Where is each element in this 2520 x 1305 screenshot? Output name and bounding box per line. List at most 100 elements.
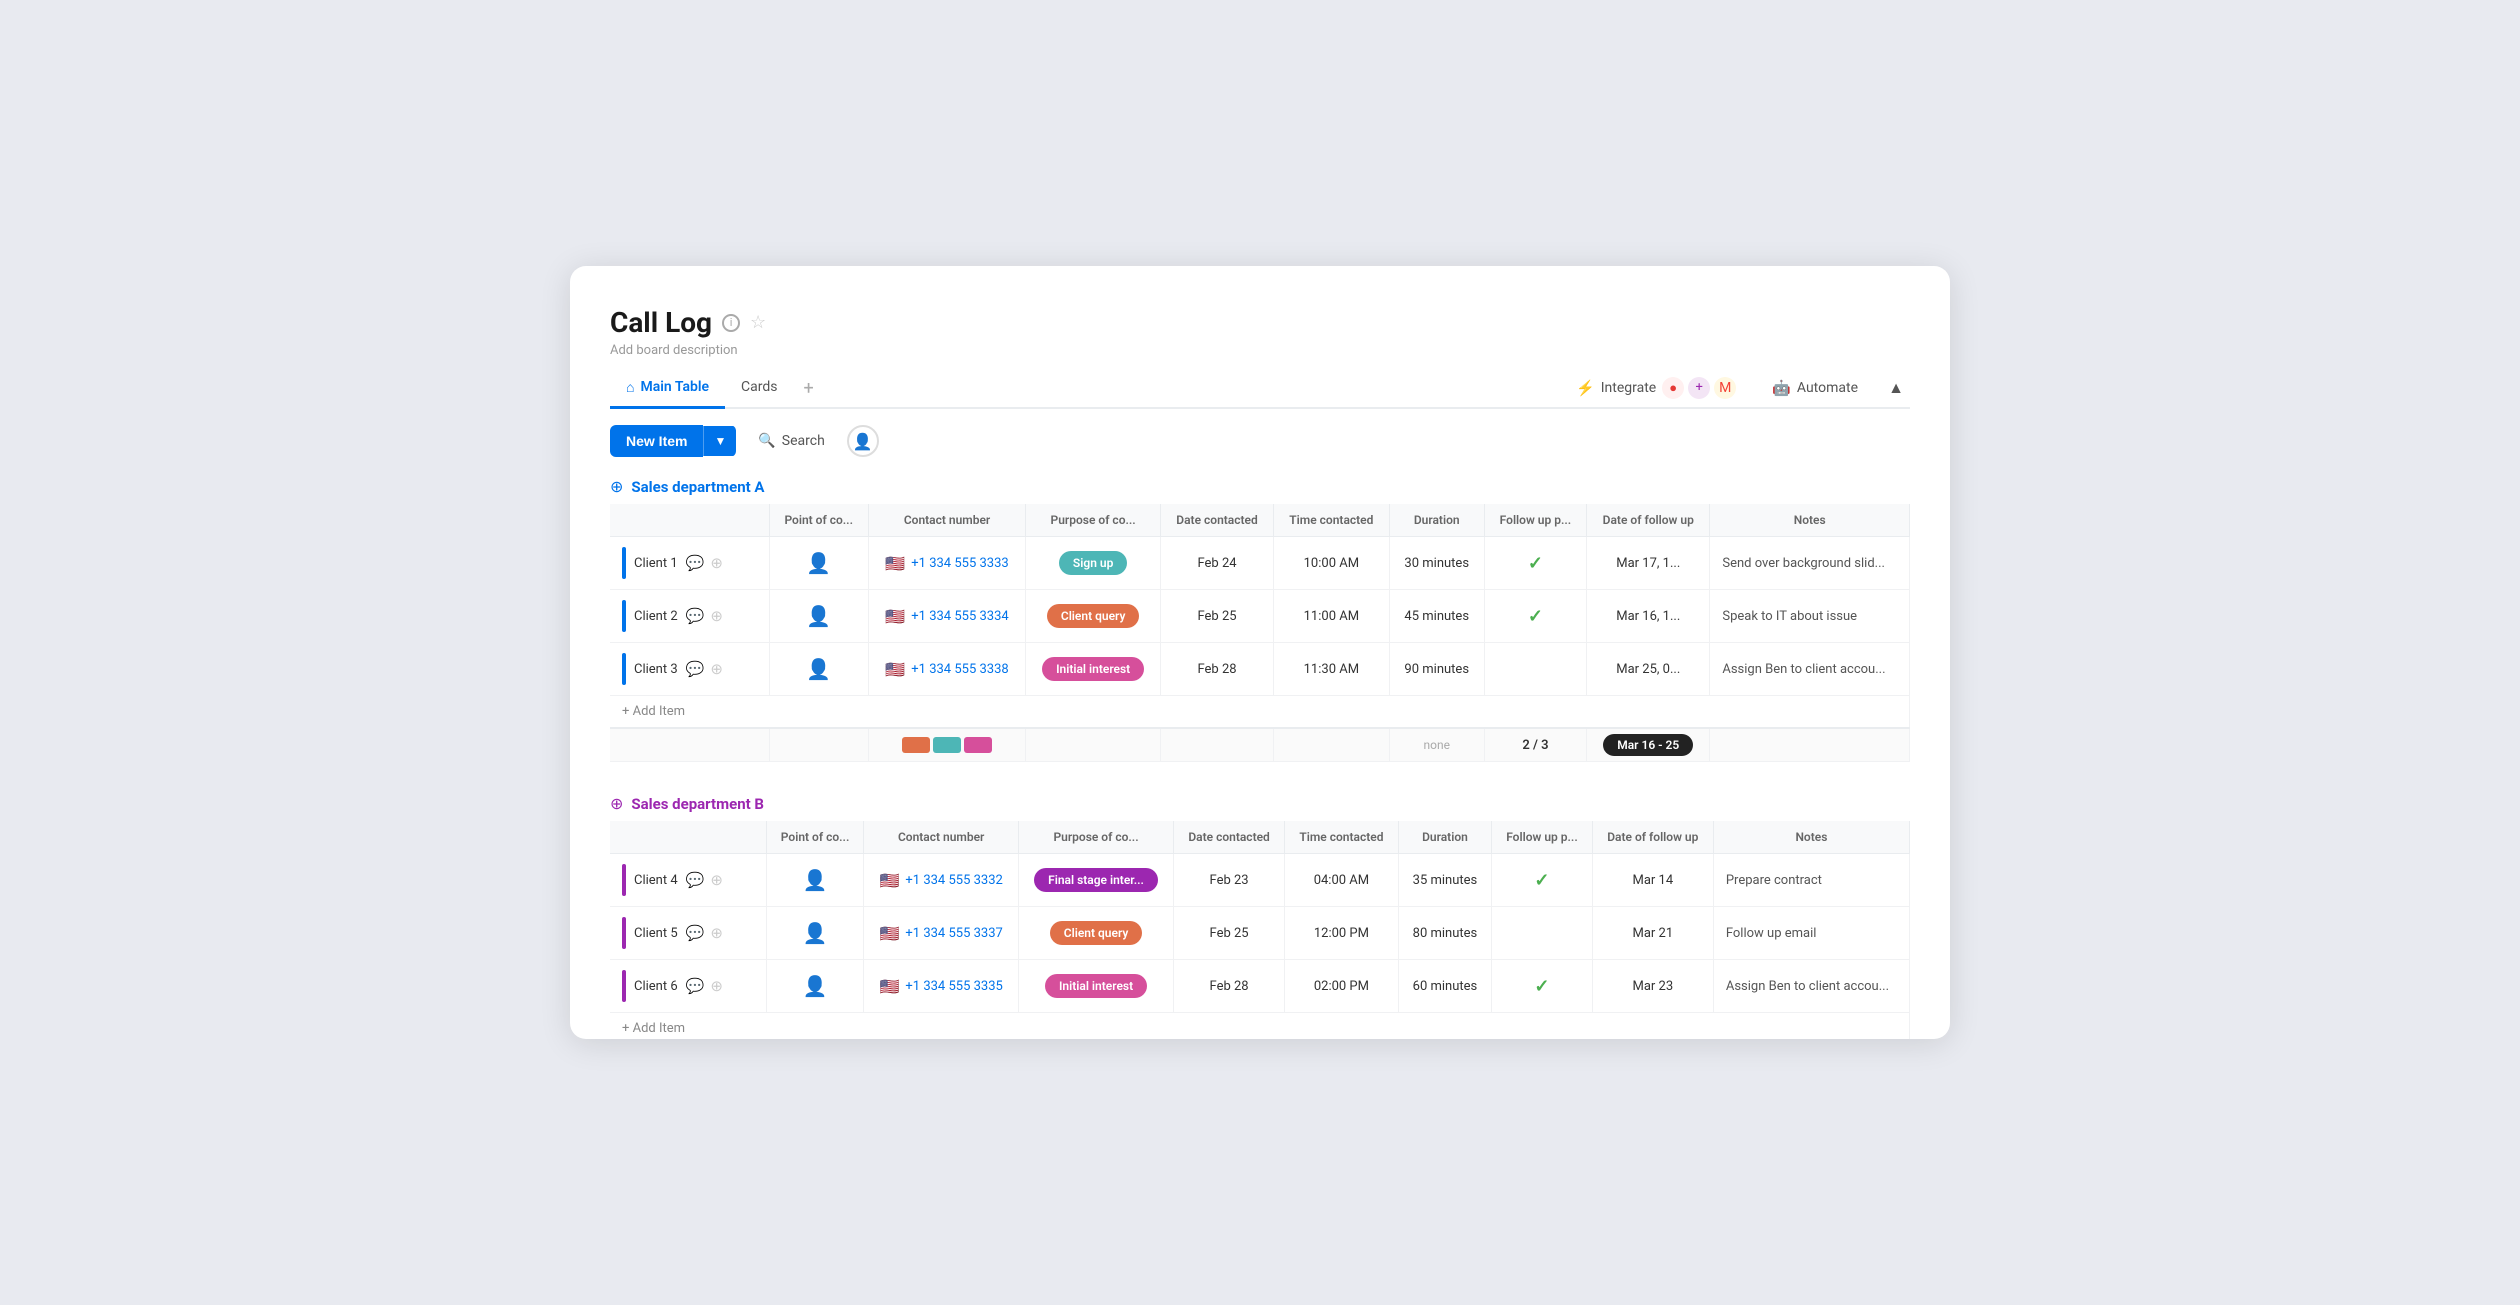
phone-number[interactable]: +1 334 555 3334 (911, 609, 1008, 624)
person-avatar[interactable]: 👤 (806, 551, 831, 575)
cell-time: 04:00 AM (1285, 854, 1399, 907)
table-row: Client 5 💬 ⊕ 👤 🇺🇸 +1 334 555 3337 Client… (610, 907, 1910, 960)
cell-point: 👤 (766, 960, 864, 1013)
star-icon[interactable]: ☆ (750, 312, 766, 333)
col-time: Time contacted (1273, 504, 1389, 537)
integration-icons: ● + M (1662, 377, 1736, 399)
new-item-main-button[interactable]: New Item (610, 425, 703, 457)
phone-number[interactable]: +1 334 555 3333 (911, 556, 1008, 571)
cell-name: Client 6 💬 ⊕ (610, 960, 766, 1013)
integrate-icon: ⚡ (1576, 379, 1595, 397)
new-item-button[interactable]: New Item ▼ (610, 425, 736, 457)
tabs-row: ⌂ Main Table Cards + ⚡ Integrate ● + M 🤖… (610, 368, 1910, 409)
cell-followup: ✓ (1484, 537, 1586, 590)
integration-icon-1: ● (1662, 377, 1684, 399)
cell-time: 11:30 AM (1273, 643, 1389, 696)
board-description[interactable]: Add board description (610, 343, 1910, 358)
cell-notes: Assign Ben to client accou... (1713, 960, 1909, 1013)
add-person-icon[interactable]: ⊕ (710, 660, 723, 678)
person-filter-button[interactable]: 👤 (847, 425, 879, 457)
group-b-table-wrapper: Point of co... Contact number Purpose of… (610, 821, 1910, 1039)
purpose-badge[interactable]: Sign up (1059, 551, 1127, 575)
cell-time: 12:00 PM (1285, 907, 1399, 960)
comment-icon[interactable]: 💬 (686, 977, 705, 995)
add-person-icon[interactable]: ⊕ (710, 871, 723, 889)
person-avatar[interactable]: 👤 (806, 604, 831, 628)
col-contact: Contact number (868, 504, 1025, 537)
tabs-left: ⌂ Main Table Cards + (610, 368, 824, 407)
collapse-button[interactable]: ▲ (1882, 374, 1910, 402)
cell-point: 👤 (766, 907, 864, 960)
automate-label: Automate (1797, 380, 1858, 396)
summary-empty2 (769, 728, 868, 762)
person-avatar[interactable]: 👤 (803, 974, 828, 998)
purpose-badge[interactable]: Client query (1050, 921, 1143, 945)
cell-point: 👤 (769, 643, 868, 696)
add-item-row[interactable]: + Add Item (610, 1013, 1910, 1040)
phone-number[interactable]: +1 334 555 3335 (905, 979, 1002, 994)
add-person-icon[interactable]: ⊕ (710, 607, 723, 625)
purpose-badge[interactable]: Initial interest (1042, 657, 1144, 681)
cell-duration: 35 minutes (1398, 854, 1491, 907)
comment-icon[interactable]: 💬 (686, 554, 705, 572)
cell-purpose: Initial interest (1026, 643, 1161, 696)
person-avatar[interactable]: 👤 (803, 921, 828, 945)
purpose-badge[interactable]: Client query (1047, 604, 1140, 628)
comment-icon[interactable]: 💬 (686, 607, 705, 625)
purpose-badge[interactable]: Final stage inter... (1034, 868, 1158, 892)
group-a-title[interactable]: Sales department A (631, 478, 764, 496)
summary-empty (610, 728, 769, 762)
cell-duration: 90 minutes (1389, 643, 1484, 696)
comment-icon[interactable]: 💬 (686, 660, 705, 678)
cell-purpose: Initial interest (1018, 960, 1173, 1013)
add-item-cell[interactable]: + Add Item (610, 1013, 1910, 1040)
tab-main-table[interactable]: ⌂ Main Table (610, 369, 725, 409)
purpose-badge[interactable]: Initial interest (1045, 974, 1147, 998)
comment-icon[interactable]: 💬 (686, 871, 705, 889)
cell-followup: ✓ (1492, 960, 1593, 1013)
cell-followup: ✓ (1492, 854, 1593, 907)
home-icon: ⌂ (626, 379, 634, 396)
automate-button[interactable]: 🤖 Automate (1760, 373, 1870, 403)
col-duration: Duration (1389, 504, 1484, 537)
phone-number[interactable]: +1 334 555 3338 (911, 662, 1008, 677)
cell-notes: Prepare contract (1713, 854, 1909, 907)
phone-number[interactable]: +1 334 555 3332 (905, 873, 1002, 888)
summary-date-range: Mar 16 - 25 (1587, 728, 1710, 762)
new-item-dropdown-button[interactable]: ▼ (703, 426, 736, 456)
group-b-title[interactable]: Sales department B (631, 795, 764, 813)
info-icon[interactable]: i (722, 314, 740, 332)
cell-duration: 80 minutes (1398, 907, 1491, 960)
add-item-cell[interactable]: + Add Item (610, 696, 1910, 729)
add-person-icon[interactable]: ⊕ (710, 554, 723, 572)
cell-notes: Speak to IT about issue (1710, 590, 1910, 643)
cell-duration: 45 minutes (1389, 590, 1484, 643)
add-person-icon[interactable]: ⊕ (710, 924, 723, 942)
comment-icon[interactable]: 💬 (686, 924, 705, 942)
cell-phone: 🇺🇸 +1 334 555 3337 (864, 907, 1019, 960)
person-avatar[interactable]: 👤 (806, 657, 831, 681)
cell-followup-date: Mar 16, 1... (1587, 590, 1710, 643)
check-icon: ✓ (1534, 976, 1549, 997)
cell-point: 👤 (766, 854, 864, 907)
person-avatar[interactable]: 👤 (803, 868, 828, 892)
group-a-header: ⊕ Sales department A (610, 469, 1910, 504)
table-row: Client 3 💬 ⊕ 👤 🇺🇸 +1 334 555 3338 Initia… (610, 643, 1910, 696)
col-name-b (610, 821, 766, 854)
tab-cards[interactable]: Cards (725, 369, 793, 408)
cell-point: 👤 (769, 537, 868, 590)
flag-icon: 🇺🇸 (885, 660, 905, 679)
col-duration-b: Duration (1398, 821, 1491, 854)
summary-fraction: 2 / 3 (1484, 728, 1586, 762)
add-item-row[interactable]: + Add Item (610, 696, 1910, 729)
integrate-button[interactable]: ⚡ Integrate ● + M (1564, 371, 1748, 405)
cell-name: Client 5 💬 ⊕ (610, 907, 766, 960)
toolbar: New Item ▼ 🔍 Search 👤 (610, 409, 1910, 469)
search-button[interactable]: 🔍 Search (744, 425, 838, 457)
phone-number[interactable]: +1 334 555 3337 (905, 926, 1002, 941)
cell-time: 02:00 PM (1285, 960, 1399, 1013)
main-content: ⊕ Sales department A Point of co... Cont… (610, 469, 1910, 1039)
summary-empty5 (1273, 728, 1389, 762)
tab-add-button[interactable]: + (794, 368, 824, 409)
add-person-icon[interactable]: ⊕ (710, 977, 723, 995)
